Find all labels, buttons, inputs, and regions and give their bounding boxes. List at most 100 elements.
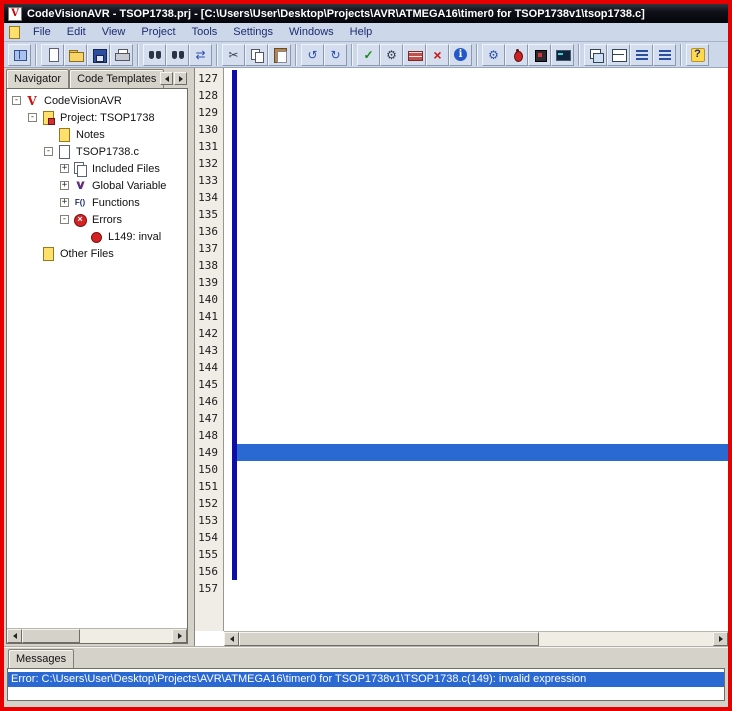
scroll-thumb[interactable] (22, 629, 80, 643)
menu-project[interactable]: Project (133, 24, 183, 40)
save-file-button[interactable] (87, 44, 110, 66)
tab-navigator[interactable]: Navigator (6, 69, 69, 88)
tree-expander[interactable] (60, 215, 69, 224)
find-button[interactable] (143, 44, 166, 66)
compile-button[interactable]: ⚙ (380, 44, 403, 66)
menu-tools[interactable]: Tools (184, 24, 226, 40)
code-line[interactable]: 132 MCUCSR=0x00; (195, 155, 728, 172)
tree-expander[interactable] (12, 96, 21, 105)
tile-windows-button[interactable] (607, 44, 630, 66)
scroll-left-button[interactable] (7, 629, 22, 643)
code-line[interactable]: 146 while (1) (195, 393, 728, 410)
tree-expander[interactable] (60, 198, 69, 207)
tab-messages[interactable]: Messages (8, 649, 74, 668)
code-line[interactable]: 139 // Analog Comparator Input Capture b… (195, 274, 728, 291)
tree-item-codevisionavr[interactable]: V CodeVisionAVR (7, 92, 187, 109)
tab-scroll-left-button[interactable] (160, 72, 173, 85)
menu-settings[interactable]: Settings (225, 24, 281, 40)
undo-button[interactable]: ↺ (301, 44, 324, 66)
code-line[interactable]: 135 TIMSK=0x03; (195, 206, 728, 223)
scroll-right-button[interactable] (172, 629, 187, 643)
scroll-track[interactable] (80, 629, 172, 643)
debugger-button[interactable] (505, 44, 528, 66)
terminal-button[interactable] (551, 44, 574, 66)
code-line[interactable]: 130 // INT2: Off (195, 121, 728, 138)
paste-button[interactable] (268, 44, 291, 66)
menu-edit[interactable]: Edit (59, 24, 94, 40)
messages-window-button[interactable] (653, 44, 676, 66)
check-syntax-button[interactable]: ✓ (357, 44, 380, 66)
code-line[interactable]: 150 { (195, 461, 728, 478)
code-line[interactable]: 131 MCUCR=0x00; (195, 138, 728, 155)
tree-item-source-file[interactable]: TSOP1738.c (7, 143, 187, 160)
tree-item-functions[interactable]: F() Functions (7, 194, 187, 211)
code-editor[interactable]: 127 // External Interrupt(s) initializat… (195, 68, 728, 631)
code-line[interactable]: 154 (195, 529, 728, 546)
tree-expander[interactable] (28, 113, 37, 122)
print-button[interactable] (110, 44, 133, 66)
code-line[interactable]: 157 (195, 580, 728, 597)
tree-item-included-files[interactable]: Included Files (7, 160, 187, 177)
code-line[interactable]: 155 }; (195, 546, 728, 563)
tree-item-global-variables[interactable]: V Global Variable (7, 177, 187, 194)
code-line[interactable]: 136 (195, 223, 728, 240)
code-line[interactable]: 156 } (195, 563, 728, 580)
information-button[interactable]: i (449, 44, 472, 66)
message-row[interactable]: Error: C:\Users\User\Desktop\Projects\AV… (8, 672, 724, 687)
copy-button[interactable] (245, 44, 268, 66)
tree-item-project[interactable]: Project: TSOP1738 (7, 109, 187, 126)
project-tree[interactable]: V CodeVisionAVR Project: TSOP1738 (7, 89, 187, 628)
editor-hscrollbar[interactable] (224, 631, 728, 646)
code-line[interactable]: 133 (195, 172, 728, 189)
code-line[interactable]: 134 // Timer(s)/Counter(s) Interrupt(s) … (195, 189, 728, 206)
code-line[interactable]: 145 (195, 376, 728, 393)
cascade-windows-button[interactable] (584, 44, 607, 66)
new-file-button[interactable] (41, 44, 64, 66)
open-file-button[interactable] (64, 44, 87, 66)
code-line[interactable]: 140 ACSR=0x80; (195, 291, 728, 308)
tree-expander[interactable] (44, 147, 53, 156)
code-line[interactable]: 138 // Analog Comparator: Off (195, 257, 728, 274)
chip-programmer-button[interactable] (528, 44, 551, 66)
code-line[interactable]: 148 // Place your code here (195, 427, 728, 444)
replace-button[interactable]: ⇄ (189, 44, 212, 66)
code-line[interactable]: 147 { (195, 410, 728, 427)
tab-scroll-right-button[interactable] (174, 72, 187, 85)
code-line[interactable]: 144 #asm("sei") (195, 359, 728, 376)
code-line[interactable]: 129 // INT1: Off (195, 104, 728, 121)
scroll-track[interactable] (539, 632, 713, 646)
menu-help[interactable]: Help (342, 24, 381, 40)
redo-button[interactable]: ↻ (324, 44, 347, 66)
scroll-left-button[interactable] (224, 632, 239, 646)
cut-button[interactable]: ✂ (222, 44, 245, 66)
tree-item-errors[interactable]: Errors (7, 211, 187, 228)
code-line[interactable]: 127 // External Interrupt(s) initializat… (195, 70, 728, 87)
help-button[interactable]: ? (686, 44, 709, 66)
menu-file[interactable]: File (25, 24, 59, 40)
code-line[interactable]: 143 // Global enable interrupts (195, 342, 728, 359)
menu-windows[interactable]: Windows (281, 24, 342, 40)
code-line[interactable]: 137 // Analog Comparator initialization (195, 240, 728, 257)
code-line[interactable]: 142 (195, 325, 728, 342)
tab-code-templates[interactable]: Code Templates (69, 69, 164, 88)
code-line[interactable]: 152 }; (195, 495, 728, 512)
tree-expander[interactable] (60, 164, 69, 173)
scroll-right-button[interactable] (713, 632, 728, 646)
tree-item-other-files[interactable]: Other Files (7, 245, 187, 262)
code-line[interactable]: 149 while(!(TIFR&0x40)) (195, 444, 728, 461)
code-line[interactable]: 153 (195, 512, 728, 529)
tree-item-error-l149[interactable]: L149: inval (7, 228, 187, 245)
code-line[interactable]: 141 SFIOR=0x00; (195, 308, 728, 325)
find-in-files-button[interactable] (166, 44, 189, 66)
scroll-thumb[interactable] (239, 632, 539, 646)
navigator-toggle-button[interactable] (8, 44, 31, 66)
menu-view[interactable]: View (94, 24, 134, 40)
stop-compile-button[interactable]: × (426, 44, 449, 66)
code-line[interactable]: 151 if(PINB.2==0)a++; (195, 478, 728, 495)
navigator-hscrollbar[interactable] (7, 628, 187, 643)
ide-settings-button[interactable]: ⚙ (482, 44, 505, 66)
tree-item-notes[interactable]: Notes (7, 126, 187, 143)
tree-expander[interactable] (60, 181, 69, 190)
window-list-button[interactable] (630, 44, 653, 66)
code-line[interactable]: 128 // INT0: Off (195, 87, 728, 104)
